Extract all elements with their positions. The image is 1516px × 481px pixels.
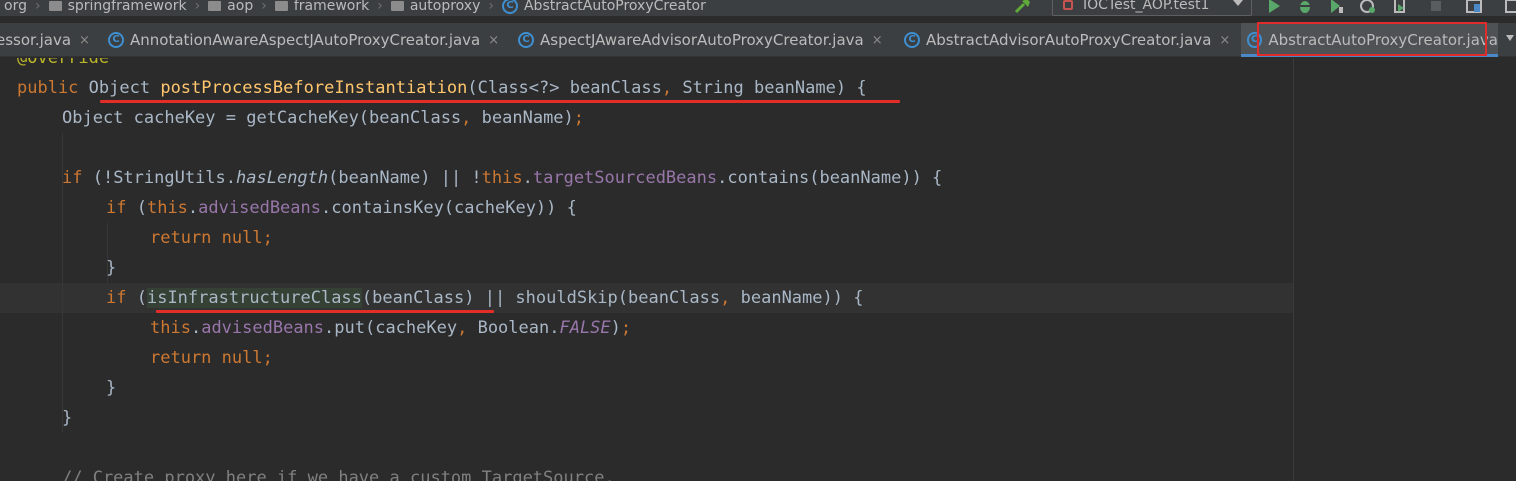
chevron-down-icon xyxy=(1233,0,1243,6)
breadcrumb-label: autoproxy xyxy=(409,0,481,14)
run-configuration-select[interactable]: IOCTest_AOP.test1 xyxy=(1052,0,1252,16)
code-line: return null; xyxy=(150,228,273,248)
chevron-right-icon: › xyxy=(377,0,383,14)
tab-aspectj-aware-advisor[interactable]: C AspectJAwareAdvisorAutoProxyCreator.ja… xyxy=(518,23,892,57)
code-line: Object cacheKey = getCacheKey(beanClass,… xyxy=(62,108,585,128)
close-icon[interactable]: × xyxy=(488,33,499,48)
right-margin-guide xyxy=(1293,58,1294,481)
breadcrumb-label: springframework xyxy=(67,0,187,14)
code-line: return null; xyxy=(150,348,273,368)
tab-label: AbstractAdvisorAutoProxyCreator.java xyxy=(926,31,1212,49)
tab-label: essor.java xyxy=(0,31,72,49)
folder-icon xyxy=(390,1,404,11)
code-line: } xyxy=(62,408,73,428)
red-underline-annotation xyxy=(156,310,494,313)
navigation-bar: org › springframework › aop › framework … xyxy=(0,0,1516,16)
coverage-icon[interactable] xyxy=(1328,0,1344,14)
breadcrumb: org › springframework › aop › framework … xyxy=(0,0,706,16)
tab-processor[interactable]: essor.java × xyxy=(0,23,96,57)
sdk-icon[interactable] xyxy=(1504,0,1516,14)
breadcrumb-item-class[interactable]: C AbstractAutoProxyCreator xyxy=(501,0,706,14)
breadcrumb-item-framework[interactable]: framework › xyxy=(274,0,391,14)
debug-icon[interactable] xyxy=(1297,0,1313,14)
breadcrumb-item-autoproxy[interactable]: autoproxy › xyxy=(390,0,502,14)
code-line: if (this.advisedBeans.containsKey(cacheK… xyxy=(106,198,577,218)
code-line: } xyxy=(106,258,117,278)
breadcrumb-label: aop xyxy=(227,0,254,14)
folder-icon xyxy=(274,1,288,11)
breadcrumb-item-org[interactable]: org › xyxy=(4,0,49,14)
tab-label: AspectJAwareAdvisorAutoProxyCreator.java xyxy=(540,31,864,49)
close-icon[interactable]: × xyxy=(1219,33,1230,48)
class-icon: C xyxy=(904,32,920,48)
build-hammer-icon[interactable] xyxy=(1013,0,1033,16)
code-editor[interactable]: @Override public Object postProcessBefor… xyxy=(0,58,1516,481)
run-configuration-label: IOCTest_AOP.test1 xyxy=(1083,0,1210,13)
code-line: this.advisedBeans.put(cacheKey, Boolean.… xyxy=(150,318,632,338)
class-icon: C xyxy=(501,0,518,14)
breadcrumb-label: org xyxy=(4,0,27,14)
red-underline-annotation xyxy=(100,100,900,103)
project-structure-icon[interactable] xyxy=(1466,0,1482,14)
folder-icon xyxy=(48,1,62,11)
junit-icon xyxy=(1063,0,1073,10)
code-line: public Object postProcessBeforeInstantia… xyxy=(17,78,867,98)
breadcrumb-item-springframework[interactable]: springframework › xyxy=(48,0,209,14)
tab-label: AnnotationAwareAspectJAutoProxyCreator.j… xyxy=(130,31,481,49)
tab-annotation-aware-aspectj[interactable]: C AnnotationAwareAspectJAutoProxyCreator… xyxy=(108,23,506,57)
chevron-right-icon: › xyxy=(194,0,201,14)
chevron-right-icon: › xyxy=(488,0,494,14)
chevron-down-icon[interactable] xyxy=(1506,35,1514,41)
breadcrumb-label: AbstractAutoProxyCreator xyxy=(523,0,706,14)
close-icon[interactable]: × xyxy=(79,33,90,48)
code-line: if (isInfrastructureClass(beanClass) || … xyxy=(106,288,864,308)
breadcrumb-item-aop[interactable]: aop › xyxy=(208,0,275,14)
folder-icon xyxy=(208,1,222,11)
tab-abstract-auto-proxy-creator[interactable]: C AbstractAutoProxyCreator.java xyxy=(1241,23,1498,57)
code-line: if (!StringUtils.hasLength(beanName) || … xyxy=(62,168,943,188)
chevron-right-icon: › xyxy=(261,0,267,14)
class-icon: C xyxy=(518,32,534,48)
class-icon: C xyxy=(108,32,124,48)
chevron-right-icon: › xyxy=(34,0,41,14)
code-line: // Create proxy here if we have a custom… xyxy=(62,468,615,481)
stop-icon[interactable] xyxy=(1428,0,1444,14)
close-icon[interactable]: × xyxy=(872,33,883,48)
code-line: } xyxy=(106,378,117,398)
attach-icon[interactable] xyxy=(1392,0,1408,14)
class-icon: C xyxy=(1247,32,1263,48)
profile-icon[interactable] xyxy=(1360,0,1376,14)
run-icon[interactable] xyxy=(1266,0,1282,14)
editor-tab-bar: essor.java × C AnnotationAwareAspectJAut… xyxy=(0,23,1516,57)
code-line: @Override xyxy=(17,58,110,68)
breadcrumb-label: framework xyxy=(293,0,370,14)
tab-abstract-advisor[interactable]: C AbstractAdvisorAutoProxyCreator.java × xyxy=(904,23,1240,57)
tab-label: AbstractAutoProxyCreator.java xyxy=(1268,31,1498,49)
